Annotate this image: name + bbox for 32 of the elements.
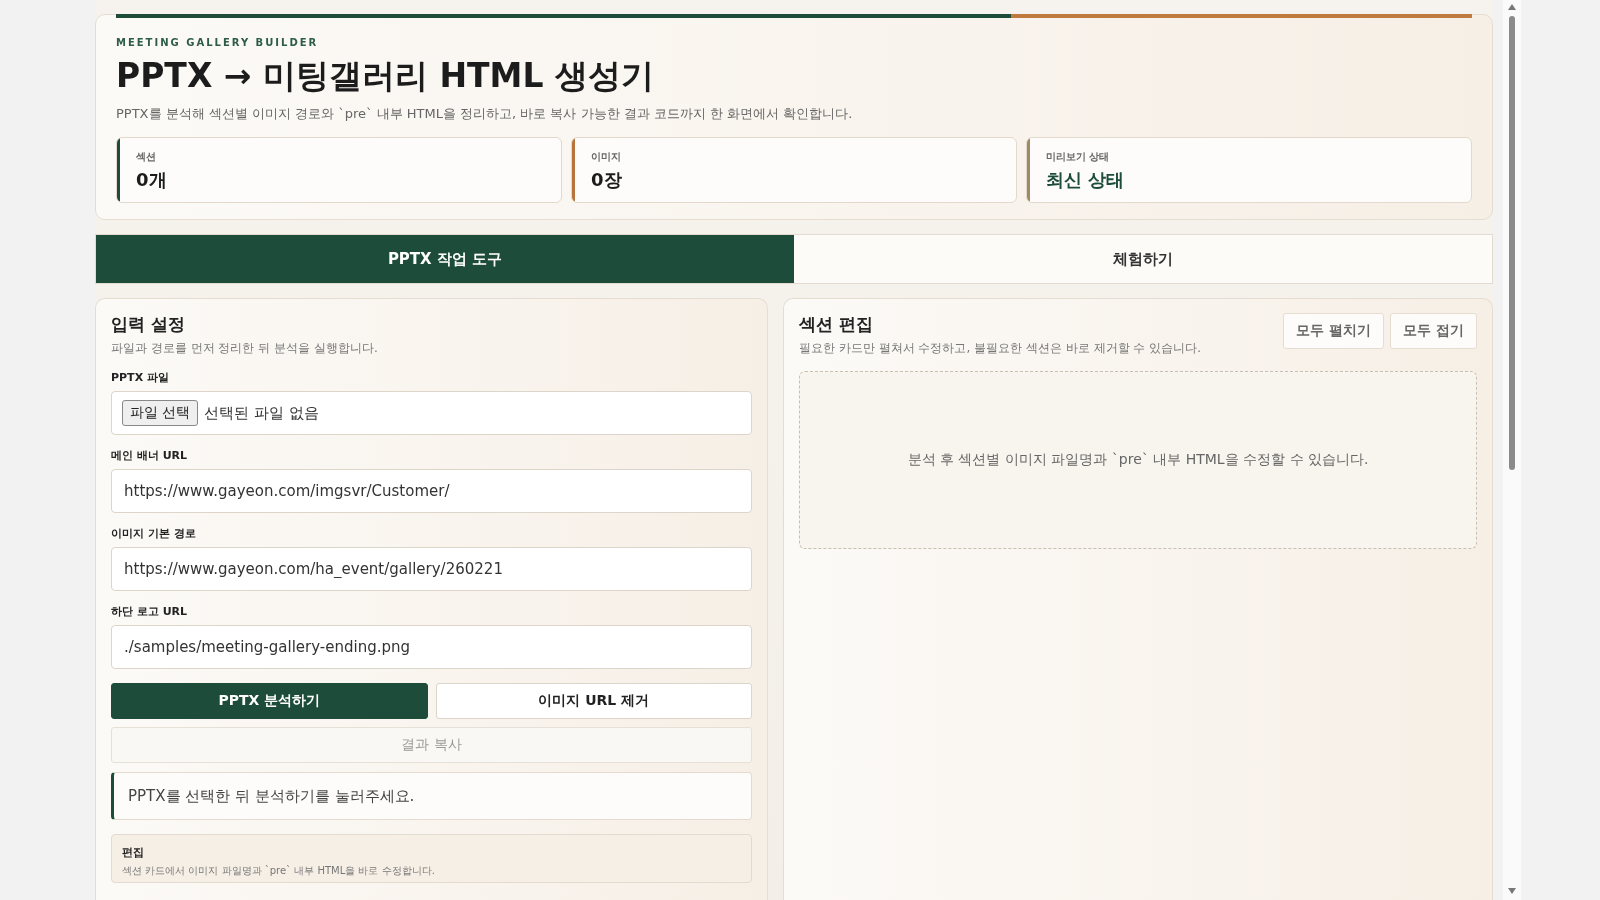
stat-label: 이미지 <box>591 150 622 164</box>
empty-state: 분석 후 섹션별 이미지 파일명과 `pre` 내부 HTML을 수정할 수 있습니다. <box>799 371 1477 549</box>
page-description: PPTX를 분석해 섹션별 이미지 경로와 `pre` 내부 HTML을 정리하고, 바로 복사 가능한 결과 코드까지 한 화면에서 확인합니다. <box>116 105 854 123</box>
toggle-button[interactable]: 모두 펼치기 <box>1283 313 1385 349</box>
edit-description: 섹션 카드에서 이미지 파일명과 `pre` 내부 HTML을 바로 수정합니다. <box>122 864 436 878</box>
toggle-button[interactable]: 모두 접기 <box>1390 313 1477 349</box>
file-status-text: 선택된 파일 없음 <box>204 403 319 423</box>
stat-label: 섹션 <box>136 150 157 164</box>
input-field[interactable]: ./samples/meeting-gallery-ending.png <box>111 625 752 669</box>
field-label: 이미지 기본 경로 <box>111 526 197 541</box>
field-label: 하단 로고 URL <box>111 604 189 619</box>
input-field[interactable]: https://www.gayeon.com/ha_event/gallery/260221 <box>111 547 752 591</box>
tab[interactable]: 체험하기 <box>794 235 1492 283</box>
eyebrow-label: MEETING GALLERY BUILDER <box>116 37 320 48</box>
page-title: PPTX → 미팅갤러리 HTML 생성기 <box>116 55 655 97</box>
edit-title: 편집 <box>122 845 145 860</box>
panel-description: 필요한 카드만 펼쳐서 수정하고, 불필요한 섹션은 바로 제거할 수 있습니다. <box>799 340 1201 357</box>
stat-value: 0개 <box>136 168 167 192</box>
tab[interactable]: PPTX 작업 도구 <box>96 235 794 283</box>
panel-title: 섹션 편집 <box>799 313 874 336</box>
stat-value: 최신 상태 <box>1046 168 1125 192</box>
input-field[interactable]: https://www.gayeon.com/imgsvr/Customer/ <box>111 469 752 513</box>
action-button[interactable]: 이미지 URL 제거 <box>435 683 752 719</box>
stat-label: 미리보기 상태 <box>1046 150 1111 164</box>
field-label: PPTX 파일 <box>111 370 170 385</box>
stat-value: 0장 <box>591 168 622 192</box>
panel-description: 파일과 경로를 먼저 정리한 뒤 분석을 실행합니다. <box>111 340 379 357</box>
panel-title: 입력 설정 <box>111 313 186 336</box>
choose-file-button[interactable]: 파일 선택 <box>122 400 199 426</box>
field-label: 메인 배너 URL <box>111 448 189 463</box>
analyze-button[interactable]: PPTX 분석하기 <box>111 683 428 719</box>
status-message: PPTX를 선택한 뒤 분석하기를 눌러주세요. <box>111 772 752 820</box>
